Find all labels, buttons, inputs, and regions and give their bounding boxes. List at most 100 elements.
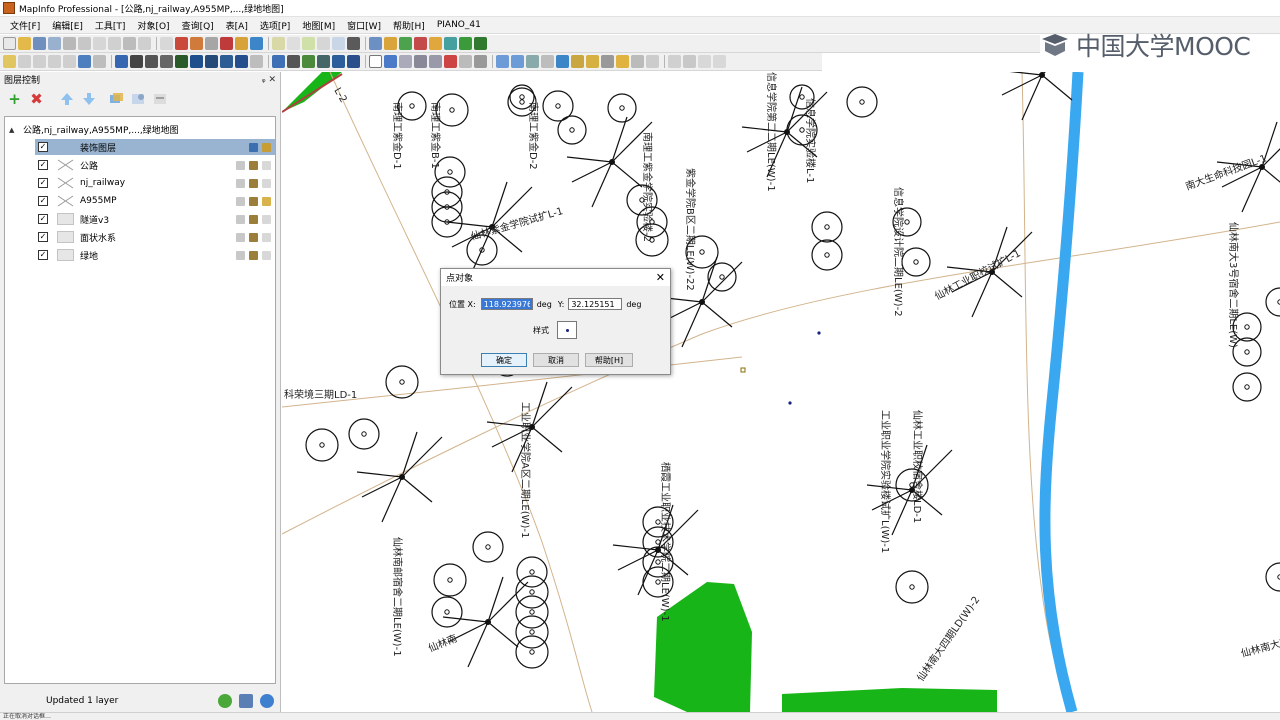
label-icon[interactable] <box>262 232 271 242</box>
menu-query[interactable]: 查询[Q] <box>176 19 220 32</box>
antenna-site-symbol[interactable] <box>485 619 491 625</box>
antenna-site-symbol[interactable] <box>784 129 790 135</box>
tool-icon-1[interactable] <box>369 37 382 50</box>
cut-icon[interactable] <box>93 37 106 50</box>
menu-objects[interactable]: 对象[O] <box>131 19 175 32</box>
menu-window[interactable]: 窗口[W] <box>341 19 387 32</box>
arc-tool-icon[interactable] <box>160 55 173 68</box>
new-mapper-icon[interactable] <box>160 37 173 50</box>
statistics-icon[interactable] <box>287 37 300 50</box>
copy-icon[interactable] <box>108 37 121 50</box>
label-icon[interactable] <box>262 160 271 170</box>
layer-row-a955mp[interactable]: ✓ A955MP <box>35 193 275 209</box>
site-circle-symbol[interactable] <box>811 239 843 271</box>
selectable-icon[interactable] <box>249 250 258 260</box>
unselect-all-icon[interactable] <box>444 55 457 68</box>
site-circle-symbol[interactable] <box>901 247 931 277</box>
text-tool-icon[interactable] <box>235 55 248 68</box>
menu-map[interactable]: 地图[M] <box>296 19 341 32</box>
layer-row-tunnel[interactable]: ✓ 隧道v3 <box>35 211 275 227</box>
clip-region-icon[interactable] <box>646 55 659 68</box>
menu-piano[interactable]: PIANO_41 <box>431 20 487 30</box>
editable-icon[interactable] <box>236 160 245 170</box>
paste-icon[interactable] <box>123 37 136 50</box>
layer-row-cosmetic[interactable]: ✓ 装饰图层 <box>35 139 275 155</box>
layer-tool-icon[interactable] <box>631 55 644 68</box>
open-icon[interactable] <box>18 37 31 50</box>
site-circle-symbol[interactable] <box>472 531 504 563</box>
site-circle-symbol[interactable] <box>515 635 549 669</box>
help-icon[interactable] <box>250 37 263 50</box>
selectable-icon[interactable] <box>249 196 258 206</box>
tool-icon-3[interactable] <box>399 37 412 50</box>
line-tool-icon[interactable] <box>130 55 143 68</box>
selectable-icon[interactable] <box>249 232 258 242</box>
close-icon[interactable]: ✕ <box>656 271 665 284</box>
collapse-icon[interactable]: ▲ <box>9 126 18 134</box>
radius-select-icon[interactable] <box>399 55 412 68</box>
label-icon[interactable] <box>262 196 271 206</box>
label-icon[interactable] <box>262 178 271 188</box>
new-layout-icon[interactable] <box>205 37 218 50</box>
grabber-icon[interactable] <box>541 55 554 68</box>
site-circle-symbol[interactable] <box>811 211 843 243</box>
tool-icon-4[interactable] <box>414 37 427 50</box>
map-window[interactable]: 南理工紫金D-1 南理工紫金D-2 南理工紫金B-1 南理工紫金学院实验楼-2 … <box>282 72 1280 712</box>
invert-select-icon[interactable] <box>459 55 472 68</box>
layer-panel-dock-close-icon[interactable]: ᵩ ✕ <box>262 75 276 85</box>
label-properties-icon[interactable] <box>152 91 169 108</box>
tool-a-icon[interactable] <box>3 55 16 68</box>
hotlink-icon[interactable] <box>571 55 584 68</box>
site-circle-symbol[interactable] <box>895 570 929 604</box>
apply-icon[interactable] <box>218 694 232 708</box>
tool-icon-7[interactable] <box>459 37 472 50</box>
layer-row-water[interactable]: ✓ 面状水系 <box>35 229 275 245</box>
y-coordinate-input[interactable] <box>568 298 623 310</box>
symbol-tool-icon[interactable] <box>115 55 128 68</box>
tool-icon-2[interactable] <box>384 37 397 50</box>
site-circle-symbol[interactable] <box>431 596 463 628</box>
tool-e-icon[interactable] <box>63 55 76 68</box>
menu-options[interactable]: 选项[P] <box>254 19 296 32</box>
menu-file[interactable]: 文件[F] <box>4 19 46 32</box>
polygon-tool-icon[interactable] <box>175 55 188 68</box>
antenna-site-symbol[interactable] <box>699 299 705 305</box>
new-table-icon[interactable] <box>3 37 16 50</box>
menu-help[interactable]: 帮助[H] <box>387 19 431 32</box>
info-window-icon[interactable] <box>317 37 330 50</box>
layer-visibility-checkbox[interactable]: ✓ <box>38 232 48 242</box>
label-icon[interactable] <box>262 214 271 224</box>
x-coordinate-input[interactable] <box>480 298 533 310</box>
move-layer-down-icon[interactable] <box>80 91 97 108</box>
ruler-tool-icon[interactable] <box>616 55 629 68</box>
rounded-rect-tool-icon[interactable] <box>220 55 233 68</box>
boundary-select-icon[interactable] <box>429 55 442 68</box>
line-style-icon[interactable] <box>317 55 330 68</box>
greenland-region[interactable] <box>782 688 997 712</box>
add-layer-icon[interactable]: + <box>6 90 23 108</box>
message-window-icon[interactable] <box>347 37 360 50</box>
thematic-tool-icon[interactable] <box>698 55 711 68</box>
site-circle-symbol[interactable] <box>515 595 549 629</box>
site-circle-symbol[interactable] <box>557 115 587 145</box>
layer-row-railway[interactable]: ✓ nj_railway <box>35 175 275 191</box>
site-circle-symbol[interactable] <box>385 365 419 399</box>
layer-row-highway[interactable]: ✓ 公路 <box>35 157 275 173</box>
zoom-in-icon[interactable] <box>496 55 509 68</box>
label-tool-icon[interactable] <box>586 55 599 68</box>
editable-icon[interactable] <box>236 196 245 206</box>
layer-visibility-checkbox[interactable]: ✓ <box>38 196 48 206</box>
site-circle-symbol[interactable] <box>348 418 380 450</box>
site-circle-symbol[interactable] <box>515 615 549 649</box>
point-object[interactable] <box>817 331 821 335</box>
tool-icon-8[interactable] <box>474 37 487 50</box>
map-window-node[interactable]: ▲ 公路,nj_railway,A955MP,...,绿地地图 <box>9 123 179 137</box>
site-circle-symbol[interactable] <box>516 556 548 588</box>
legend-tool-icon[interactable] <box>668 55 681 68</box>
label-icon[interactable] <box>262 250 271 260</box>
statistics-tool-icon[interactable] <box>683 55 696 68</box>
layer-visibility-checkbox[interactable]: ✓ <box>38 178 48 188</box>
point-object[interactable] <box>788 401 792 405</box>
layer-visibility-checkbox[interactable]: ✓ <box>38 142 48 152</box>
site-circle-symbol[interactable] <box>433 563 467 597</box>
